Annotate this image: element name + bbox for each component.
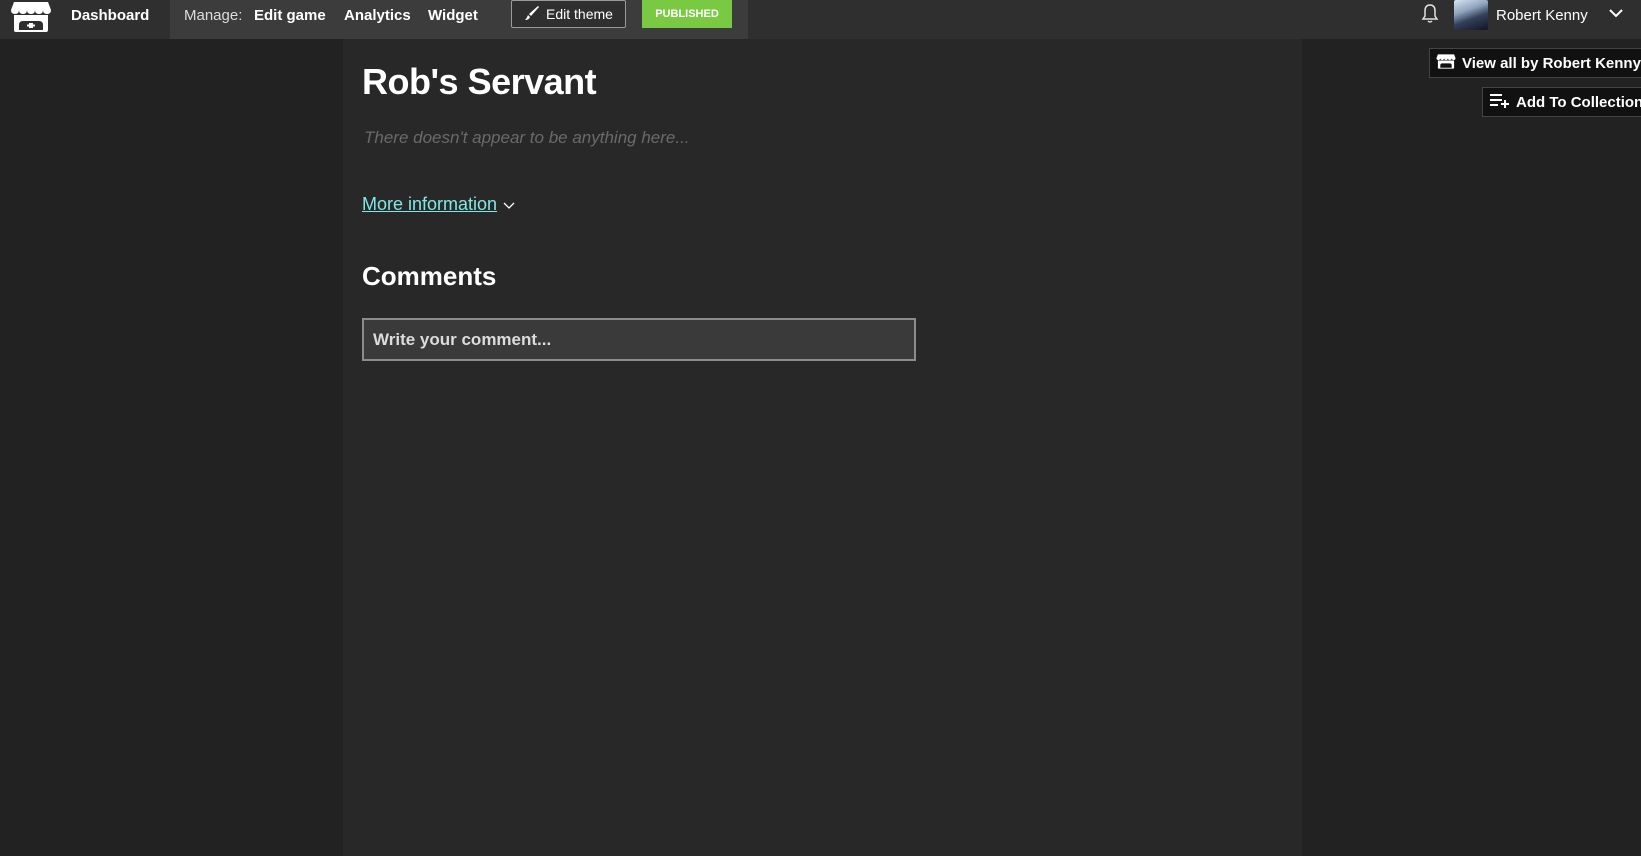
widget-link[interactable]: Widget [428, 0, 478, 31]
add-collection-label: Add To Collection [1516, 93, 1641, 111]
game-page-column: Rob's Servant There doesn't appear to be… [343, 39, 1302, 856]
view-all-label: View all by Robert Kenny [1462, 54, 1641, 72]
itchio-logo-icon[interactable] [10, 0, 52, 34]
top-navigation-bar: Dashboard Manage: Edit game Analytics Wi… [0, 0, 1641, 39]
empty-description: There doesn't appear to be anything here… [364, 128, 690, 147]
bell-icon[interactable] [1420, 3, 1440, 25]
edit-theme-button[interactable]: Edit theme [511, 0, 626, 28]
username[interactable]: Robert Kenny [1496, 0, 1588, 31]
view-all-by-author-button[interactable]: View all by Robert Kenny [1429, 48, 1641, 78]
manage-label: Manage: [184, 7, 243, 24]
comment-placeholder: Write your comment... [373, 329, 552, 349]
chevron-down-icon[interactable] [1608, 6, 1624, 18]
avatar[interactable] [1454, 0, 1488, 30]
chevron-down-icon [503, 194, 515, 215]
game-title: Rob's Servant [362, 61, 597, 102]
manage-toolbar: Manage: Edit game Analytics Widget Edit … [170, 0, 748, 39]
comment-input[interactable]: Write your comment... [362, 318, 916, 361]
more-information-label: More information [362, 194, 498, 214]
paintbrush-icon [524, 5, 540, 24]
comments-heading: Comments [362, 261, 497, 291]
status-badge[interactable]: PUBLISHED [642, 0, 732, 28]
more-information-toggle[interactable]: More information [362, 194, 515, 215]
dashboard-link[interactable]: Dashboard [71, 0, 149, 31]
analytics-link[interactable]: Analytics [344, 0, 411, 31]
playlist-add-icon [1489, 92, 1511, 112]
itchio-logo-icon [1436, 53, 1456, 74]
edit-game-link[interactable]: Edit game [254, 0, 326, 31]
edit-theme-label: Edit theme [546, 6, 613, 22]
add-to-collection-button[interactable]: Add To Collection [1482, 87, 1641, 117]
